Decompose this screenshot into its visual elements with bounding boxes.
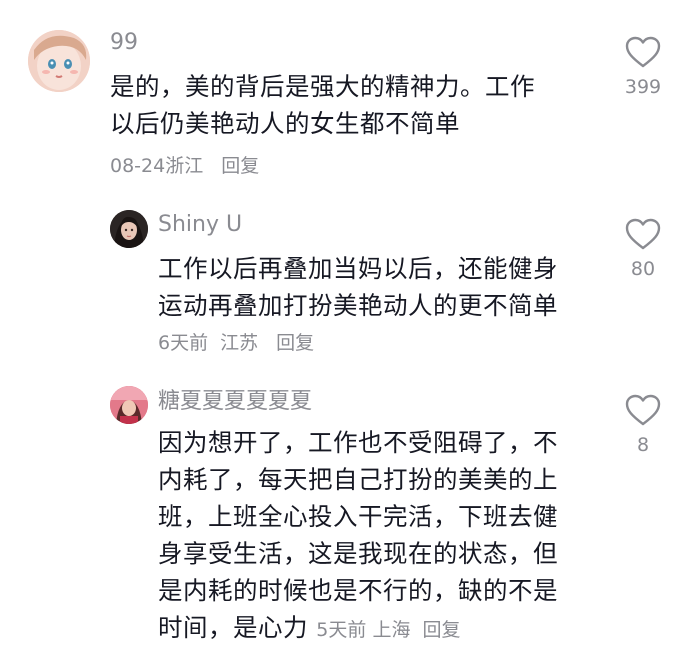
comment-text-line: 是内耗的时候也是不行的，缺的不是 [158, 576, 558, 605]
comment-text: 工作以后再叠加当妈以后，还能健身 运动再叠加打扮美艳动人的更不简单 [158, 250, 558, 324]
comment-meta: 5天前 上海 回复 [316, 619, 460, 641]
avatar[interactable] [110, 210, 148, 248]
reply-button[interactable]: 回复 [423, 619, 461, 641]
like-button[interactable]: 80 [613, 218, 673, 280]
heart-outline-icon [625, 218, 661, 250]
heart-outline-icon [625, 36, 661, 68]
like-button[interactable]: 399 [613, 36, 673, 98]
comment-time: 08-24 [110, 155, 166, 177]
comment-text-line: 是的，美的背后是强大的精神力。工作 [110, 72, 535, 101]
comment-text-line: 因为想开了，工作也不受阻碍了，不 [158, 428, 558, 457]
comment-text-line-end: 时间，是心力 [158, 613, 308, 642]
like-button[interactable]: 8 [613, 394, 673, 456]
comment-text-line: 内耗了，每天把自己打扮的美美的上 [158, 465, 558, 494]
comment-time: 6天前 [158, 332, 209, 354]
username[interactable]: 糖夏夏夏夏夏夏 [158, 389, 312, 415]
comment-text-line: 工作以后再叠加当妈以后，还能健身 [158, 254, 558, 283]
avatar[interactable] [110, 386, 148, 424]
comment-text-line: 时间，是心力 5天前 上海 回复 [158, 609, 558, 649]
comment-item: Shiny U 工作以后再叠加当妈以后，还能健身 运动再叠加打扮美艳动人的更不简… [0, 190, 690, 370]
reply-button[interactable]: 回复 [276, 332, 314, 354]
comment-text: 是的，美的背后是强大的精神力。工作 以后仍美艳动人的女生都不简单 [110, 68, 535, 142]
like-count: 399 [624, 76, 662, 98]
avatar[interactable] [28, 30, 90, 92]
comment-text: 因为想开了，工作也不受阻碍了，不 内耗了，每天把自己打扮的美美的上 班，上班全心… [158, 424, 558, 649]
comment-text-line: 班，上班全心投入干完活，下班去健 [158, 502, 558, 531]
comment-item: 99 是的，美的背后是强大的精神力。工作 以后仍美艳动人的女生都不简单 08-2… [0, 0, 690, 190]
comment-location: 浙江 [165, 155, 204, 177]
like-count: 80 [630, 258, 656, 280]
comment-text-line: 运动再叠加打扮美艳动人的更不简单 [158, 291, 558, 320]
like-count: 8 [636, 434, 650, 456]
comment-meta: 6天前 江苏 回复 [158, 331, 326, 355]
comment-text-line: 身享受生活，这是我现在的状态，但 [158, 539, 558, 568]
comment-text-line: 以后仍美艳动人的女生都不简单 [110, 109, 460, 138]
comment-time: 5天前 [316, 619, 367, 641]
comment-meta: 08-24浙江 回复 [110, 154, 271, 178]
comment-item: 糖夏夏夏夏夏夏 因为想开了，工作也不受阻碍了，不 内耗了，每天把自己打扮的美美的… [0, 370, 690, 658]
comment-location: 上海 [372, 619, 411, 641]
heart-outline-icon [625, 394, 661, 426]
username[interactable]: 99 [110, 30, 138, 56]
comment-location: 江苏 [220, 332, 259, 354]
reply-button[interactable]: 回复 [221, 155, 259, 177]
username[interactable]: Shiny U [158, 212, 242, 238]
